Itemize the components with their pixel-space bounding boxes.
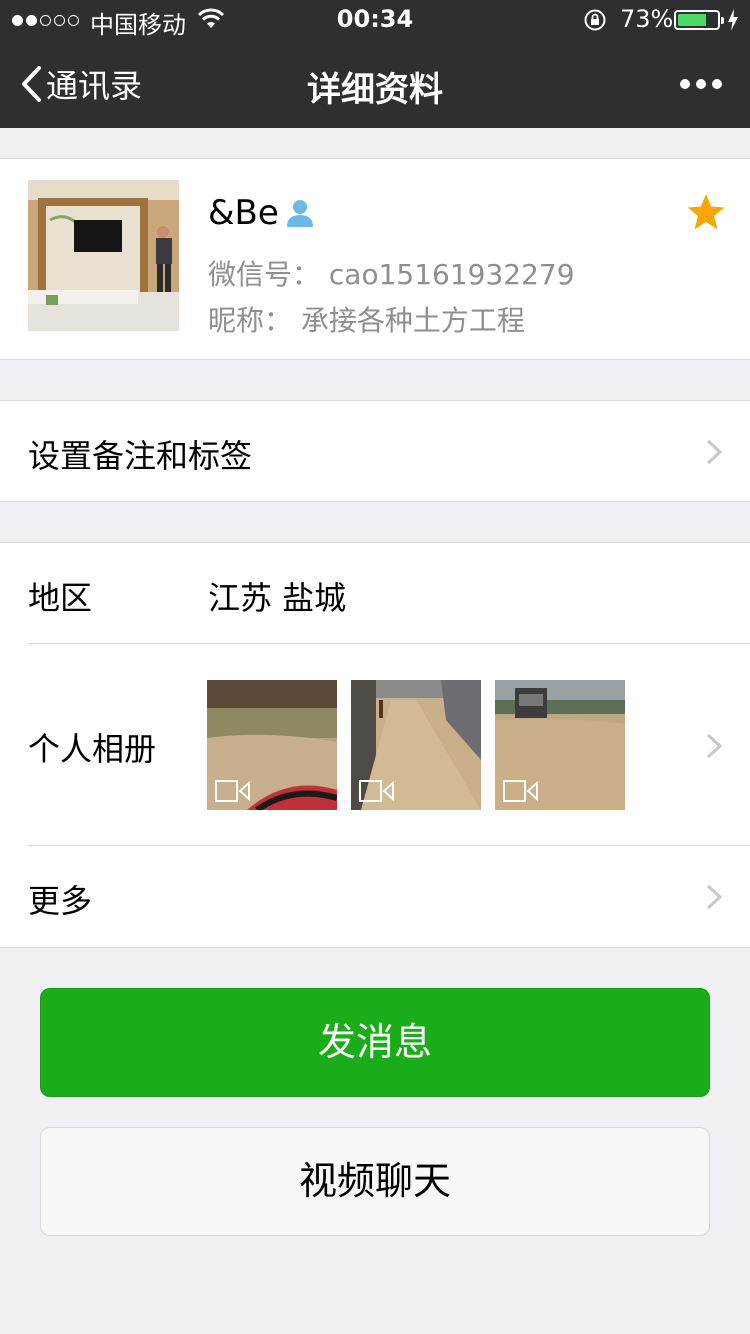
video-icon	[503, 780, 538, 802]
send-message-button[interactable]: 发消息	[40, 988, 710, 1097]
rotation-lock-icon	[584, 9, 606, 31]
contact-name: &Be	[208, 193, 279, 233]
back-label: 通讯录	[46, 67, 143, 105]
nickname: 昵称： 承接各种土方工程	[208, 304, 525, 337]
status-bar: 中国移动 00:34 73%	[0, 0, 750, 40]
region-value: 江苏 盐城	[208, 579, 347, 617]
navigation-bar: 通讯录 详细资料	[0, 40, 750, 128]
name-row: &Be	[208, 193, 317, 233]
more-cell[interactable]: 更多	[0, 846, 750, 947]
album-thumbnail[interactable]	[495, 680, 625, 810]
region-label: 地区	[28, 579, 93, 617]
battery-icon	[674, 10, 724, 30]
chevron-right-icon	[706, 884, 722, 910]
profile-card: &Be 微信号： cao15161932279 昵称： 承接各种土方工程	[0, 158, 750, 360]
wechat-id: 微信号： cao15161932279	[208, 258, 575, 291]
video-icon	[359, 780, 394, 802]
more-options-button[interactable]	[674, 70, 722, 98]
more-label: 更多	[28, 882, 93, 920]
ellipsis-icon	[680, 79, 690, 89]
charging-bolt-icon	[728, 9, 738, 31]
avatar[interactable]	[28, 180, 179, 331]
personal-album-cell[interactable]: 个人相册	[0, 644, 750, 845]
album-thumbnail[interactable]	[207, 680, 337, 810]
back-button[interactable]: 通讯录	[20, 62, 142, 106]
video-icon	[215, 780, 250, 802]
album-label: 个人相册	[28, 730, 157, 768]
info-group: 地区 江苏 盐城 个人相册 更多	[0, 542, 750, 948]
chevron-left-icon	[22, 66, 41, 102]
remark-label: 设置备注和标签	[28, 437, 253, 475]
chevron-right-icon	[706, 439, 722, 465]
album-thumbnail[interactable]	[351, 680, 481, 810]
set-remark-and-tags-cell[interactable]: 设置备注和标签	[0, 400, 750, 502]
battery-percent: 73%	[620, 5, 674, 33]
contact-person-icon	[286, 200, 313, 227]
star-icon[interactable]	[686, 192, 726, 232]
chevron-right-icon	[706, 733, 722, 759]
video-call-button[interactable]: 视频聊天	[40, 1127, 710, 1236]
